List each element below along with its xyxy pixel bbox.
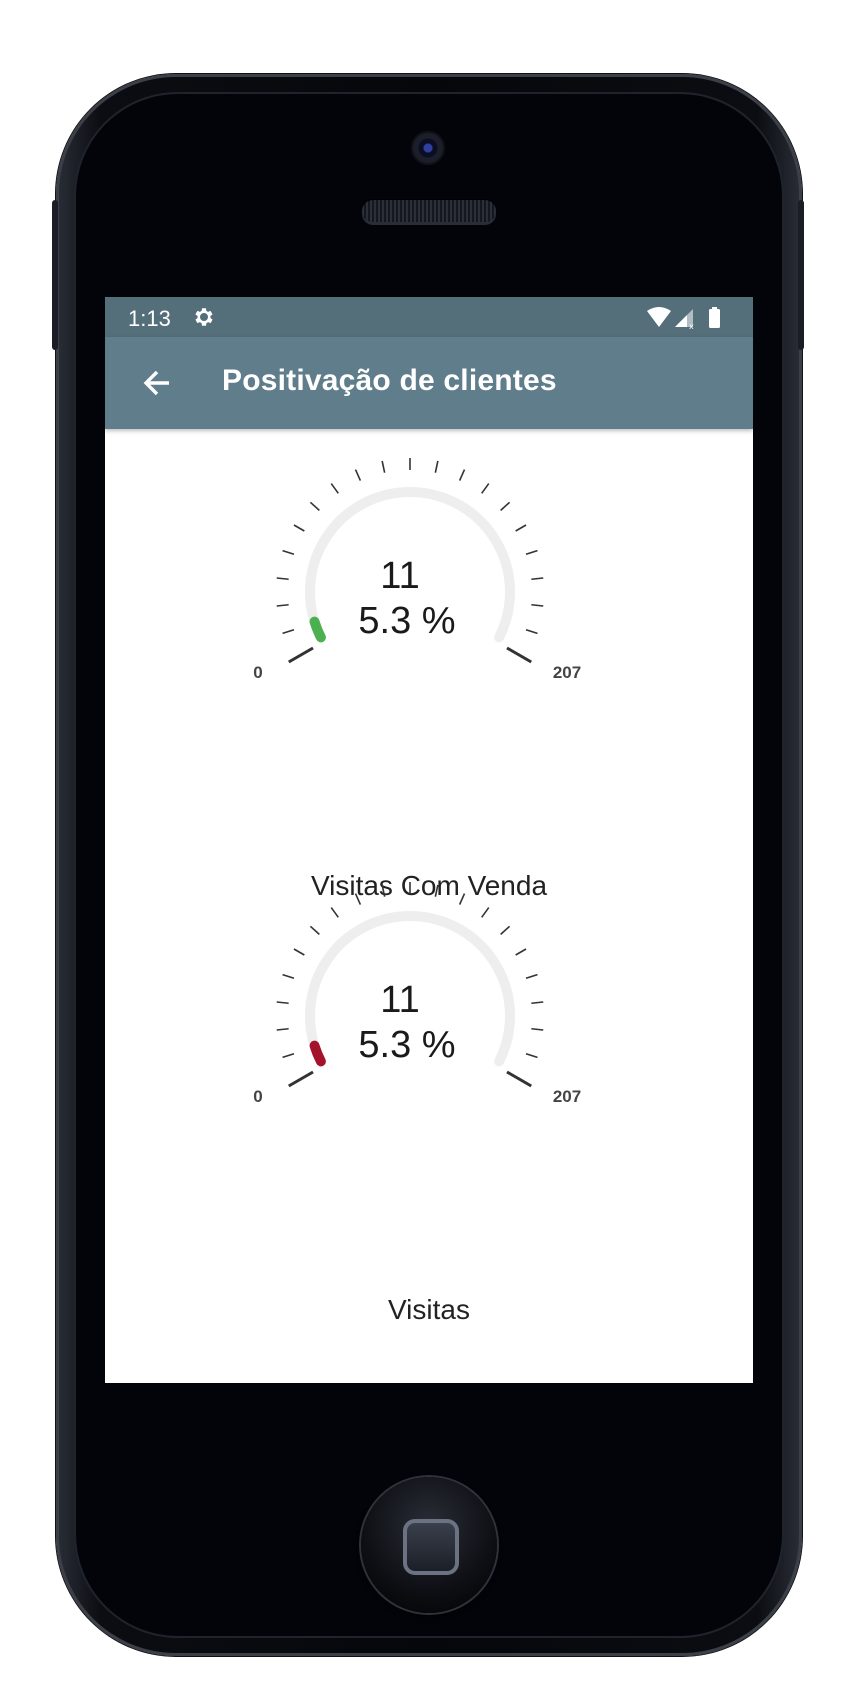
- gauge-tick: [330, 907, 339, 918]
- status-time: 1:13: [128, 306, 171, 331]
- side-button-right: [798, 200, 804, 350]
- gauge-tick: [434, 884, 439, 897]
- gauge-tick: [515, 948, 527, 956]
- gauge-tick: [500, 501, 511, 511]
- gauge-min-label: 0: [253, 663, 262, 682]
- status-icons: x: [647, 307, 720, 330]
- gauge-major-tick: [288, 1070, 314, 1088]
- gauge-tick: [515, 524, 527, 532]
- gauge-min-label: 0: [253, 1087, 262, 1106]
- gauge-tick: [282, 1052, 295, 1059]
- gauge-visitas-com-venda: 11 5.3 % 0 207: [250, 447, 610, 727]
- settings-gear-icon: [195, 308, 213, 326]
- gauge-tick: [481, 907, 490, 918]
- gauge-label: Visitas: [388, 1294, 470, 1325]
- gauge-max-label: 207: [553, 1087, 581, 1106]
- gauge-svg: 11 5.3 % 0 207: [253, 882, 581, 1106]
- gauge-tick: [276, 1001, 289, 1005]
- gauge-indicator: [309, 616, 326, 643]
- gauge-tick: [525, 549, 538, 556]
- hardware-home-button[interactable]: [361, 1477, 497, 1613]
- side-button-left: [52, 200, 58, 350]
- gauge-major-tick: [506, 1070, 532, 1088]
- gauge-value: 11: [380, 555, 419, 597]
- wifi-icon: [647, 307, 671, 327]
- gauge-tick: [531, 1027, 544, 1031]
- arrow-back-icon[interactable]: [141, 367, 173, 399]
- gauge-tick: [525, 1052, 538, 1059]
- device-screen: 1:13 x Positivação de clientes 11 5.3 % …: [105, 297, 753, 1383]
- gauge-visitas: 11 5.3 % 0 207: [250, 871, 610, 1151]
- gauge-tick: [293, 948, 305, 956]
- gauge-tick: [525, 973, 538, 980]
- gauge-percent: 5.3 %: [358, 1024, 455, 1066]
- gauge-tick: [381, 884, 386, 897]
- app-bar: Positivação de clientes: [105, 337, 753, 429]
- gauge-major-tick: [288, 646, 314, 664]
- svg-text:x: x: [689, 322, 694, 330]
- gauge-tick: [354, 893, 362, 905]
- gauge-value: 11: [380, 979, 419, 1021]
- gauge-tick: [276, 577, 289, 581]
- gauge-tick: [293, 524, 305, 532]
- gauge-tick: [354, 469, 362, 481]
- gauge-tick: [458, 469, 466, 481]
- gauge-tick: [434, 460, 439, 473]
- battery-icon: [709, 307, 720, 328]
- front-camera: [413, 133, 443, 163]
- gauge-tick: [330, 483, 339, 494]
- gauge-tick: [531, 1001, 544, 1005]
- gauge-tick: [381, 460, 386, 473]
- gauge-tick: [276, 1027, 289, 1031]
- earpiece-speaker: [362, 200, 496, 222]
- gauge-tick: [525, 628, 538, 635]
- gauge-tick: [282, 628, 295, 635]
- gauge-tick: [282, 549, 295, 556]
- gauge-tick: [309, 925, 320, 935]
- gauge-tick: [531, 603, 544, 607]
- gauge-tick: [309, 501, 320, 511]
- page-title: Positivação de clientes: [222, 364, 557, 397]
- gauge-tick: [481, 483, 490, 494]
- gauge-max-label: 207: [553, 663, 581, 682]
- gauge-tick: [276, 603, 289, 607]
- gauge-svg: 11 5.3 % 0 207: [253, 458, 581, 682]
- gauge-tick: [458, 893, 466, 905]
- gauge-tick: [531, 577, 544, 581]
- gauge-indicator: [309, 1040, 326, 1067]
- gauge-tick: [500, 925, 511, 935]
- gauge-percent: 5.3 %: [358, 600, 455, 642]
- status-bar: 1:13 x: [105, 297, 753, 337]
- home-square-icon: [403, 1519, 459, 1575]
- gauge-tick: [282, 973, 295, 980]
- signal-icon: x: [675, 309, 694, 330]
- gauge-major-tick: [506, 646, 532, 664]
